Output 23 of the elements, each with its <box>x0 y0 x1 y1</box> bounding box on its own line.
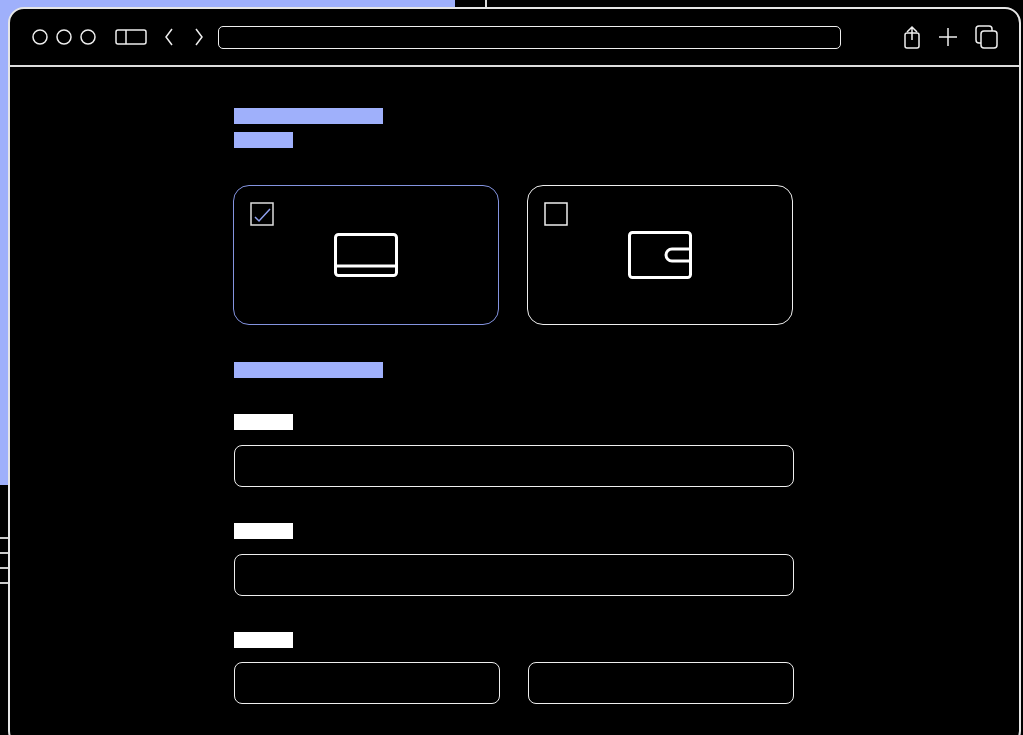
label-placeholder <box>234 523 293 539</box>
label-placeholder <box>234 414 293 430</box>
forward-icon[interactable] <box>194 28 204 46</box>
window-control-icon[interactable] <box>32 29 48 45</box>
payment-option[interactable] <box>233 185 499 325</box>
address-field[interactable] <box>218 25 841 49</box>
wallet-icon <box>628 231 692 279</box>
window-control-icon[interactable] <box>80 29 96 45</box>
input-field[interactable] <box>234 662 500 704</box>
label-placeholder <box>234 632 293 648</box>
text-placeholder <box>234 132 293 148</box>
card-icon <box>334 233 398 277</box>
sidebar-icon[interactable] <box>115 29 147 45</box>
plus-icon[interactable] <box>939 28 957 46</box>
input-field[interactable] <box>234 445 794 487</box>
checkbox[interactable] <box>250 202 274 226</box>
input-field[interactable] <box>528 662 794 704</box>
tabs-icon[interactable] <box>975 25 999 49</box>
input-field[interactable] <box>234 554 794 596</box>
back-icon[interactable] <box>164 28 174 46</box>
share-icon[interactable] <box>903 25 921 49</box>
checkbox[interactable] <box>544 202 568 226</box>
window-control-icon[interactable] <box>56 29 72 45</box>
